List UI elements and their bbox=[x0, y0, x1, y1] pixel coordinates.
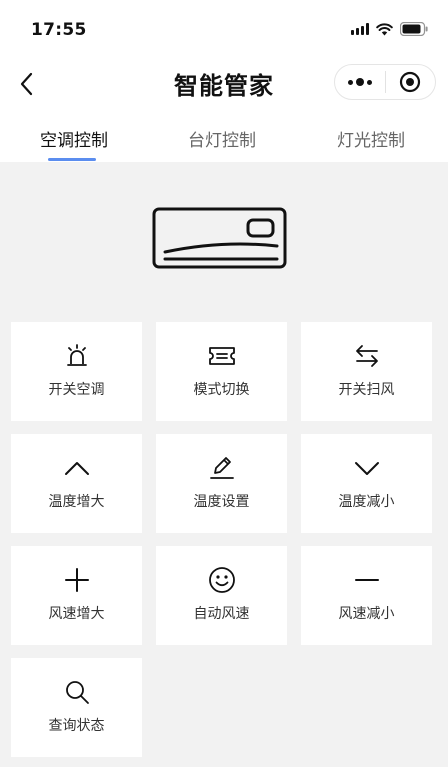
fan-speed-down-label: 风速减小 bbox=[338, 606, 395, 622]
power-ac-button[interactable]: 开关空调 bbox=[11, 322, 142, 421]
chevron-up-icon bbox=[64, 454, 90, 482]
temp-down-button[interactable]: 温度减小 bbox=[301, 434, 432, 533]
chevron-down-icon bbox=[354, 454, 380, 482]
close-miniprogram-button[interactable] bbox=[386, 65, 436, 99]
temp-set-button[interactable]: 温度设置 bbox=[156, 434, 287, 533]
header: 17:55 智能管家 空调控制 台灯控制 灯光控制 bbox=[0, 0, 448, 162]
auto-fan-speed-button[interactable]: 自动风速 bbox=[156, 546, 287, 645]
swing-toggle-label: 开关扫风 bbox=[338, 382, 395, 398]
status-time: 17:55 bbox=[31, 20, 87, 40]
swap-arrows-icon bbox=[353, 342, 381, 370]
query-status-button[interactable]: 查询状态 bbox=[11, 658, 142, 757]
more-dots-icon bbox=[347, 78, 372, 86]
ticket-icon bbox=[208, 342, 236, 370]
battery-icon bbox=[400, 22, 428, 36]
tab-bar: 空调控制 台灯控制 灯光控制 bbox=[0, 120, 448, 162]
air-conditioner-icon bbox=[152, 207, 287, 273]
active-tab-indicator bbox=[48, 158, 96, 161]
mode-switch-label: 模式切换 bbox=[193, 382, 250, 398]
auto-fan-speed-label: 自动风速 bbox=[193, 606, 250, 622]
fan-speed-up-button[interactable]: 风速增大 bbox=[11, 546, 142, 645]
plus-icon bbox=[64, 566, 90, 594]
alarm-light-icon bbox=[66, 342, 88, 370]
swing-toggle-button[interactable]: 开关扫风 bbox=[301, 322, 432, 421]
tab-ac-control[interactable]: 空调控制 bbox=[40, 126, 108, 151]
search-icon bbox=[64, 678, 90, 706]
temp-down-label: 温度减小 bbox=[338, 494, 395, 510]
temp-set-label: 温度设置 bbox=[193, 494, 250, 510]
tab-light-control[interactable]: 灯光控制 bbox=[337, 126, 405, 151]
minus-icon bbox=[354, 566, 380, 594]
cellular-signal-icon bbox=[351, 23, 369, 35]
temp-up-label: 温度增大 bbox=[48, 494, 105, 510]
fan-speed-down-button[interactable]: 风速减小 bbox=[301, 546, 432, 645]
mode-switch-button[interactable]: 模式切换 bbox=[156, 322, 287, 421]
more-button[interactable] bbox=[335, 65, 385, 99]
fan-speed-up-label: 风速增大 bbox=[48, 606, 105, 622]
power-ac-label: 开关空调 bbox=[48, 382, 105, 398]
edit-pencil-icon bbox=[209, 454, 235, 482]
status-icons bbox=[351, 22, 428, 36]
mini-program-capsule bbox=[334, 64, 436, 100]
wifi-icon bbox=[376, 22, 393, 36]
temp-up-button[interactable]: 温度增大 bbox=[11, 434, 142, 533]
smiley-icon bbox=[208, 566, 236, 594]
target-close-icon bbox=[400, 71, 421, 93]
tab-lamp-control[interactable]: 台灯控制 bbox=[188, 126, 256, 151]
query-status-label: 查询状态 bbox=[48, 718, 105, 734]
